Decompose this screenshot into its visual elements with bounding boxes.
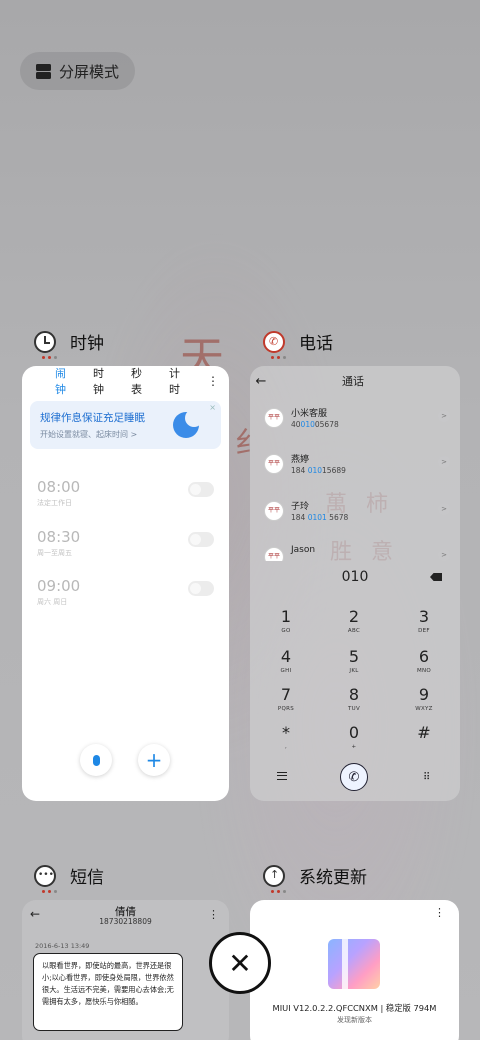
alarm-repeat: 周六 周日 [37, 598, 68, 606]
version-info: MIUI V12.0.2.2.QFCCNXM | 稳定版 794M [272, 1003, 437, 1013]
alarm-repeat: 法定工作日 [37, 499, 72, 507]
sms-app-name: 短信 [70, 868, 104, 888]
contact-number: 184 01015689 [291, 466, 346, 475]
phone-app-card[interactable]: ← 通话 平平 小米客服 4001005678 > 平平 燕婷 184 0101… [250, 366, 460, 801]
dial-key[interactable]: 6 MNO [404, 648, 444, 675]
clock-app-name: 时钟 [70, 334, 104, 354]
chevron-right-icon[interactable]: > [438, 456, 450, 468]
contact-row[interactable]: 平平 小米客服 4001005678 > [264, 404, 450, 438]
alarm-item[interactable]: 08:00 法定工作日 [37, 478, 217, 508]
moon-icon [173, 409, 203, 438]
alarm-toggle[interactable] [188, 532, 214, 547]
chevron-right-icon[interactable]: > [438, 549, 450, 561]
avatar: 平平 [264, 501, 284, 521]
contact-name: 燕婷 [291, 455, 310, 465]
sms-app-card[interactable]: ← 倩倩 18730218809 ⋮ 2016-6-13 13:49 以眼看世界… [22, 900, 229, 1040]
more-icon[interactable]: ⋮ [208, 908, 219, 921]
update-app-name: 系统更新 [299, 868, 367, 888]
sms-toolbar: ← 倩倩 18730218809 ⋮ [22, 900, 229, 930]
alarm-toggle[interactable] [188, 581, 214, 596]
avatar: 平平 [264, 547, 284, 561]
dialed-number: 010 [341, 569, 369, 585]
phone-title: 通话 [342, 375, 364, 388]
alarm-item[interactable]: 08:30 周一至周五 [37, 528, 217, 558]
contact-number: 4001005678 [291, 420, 339, 429]
plus-icon: + [145, 748, 163, 772]
split-screen-icon [36, 63, 51, 79]
dial-key[interactable]: 3 DEF [404, 608, 444, 635]
phone-toolbar: ← 通话 [250, 366, 460, 396]
dial-key[interactable]: 1 GO [266, 608, 306, 635]
microphone-icon [92, 754, 100, 766]
phone-app-header[interactable]: ✆ 电话 [263, 329, 333, 359]
dial-key[interactable]: 7 PQRS [266, 686, 306, 713]
tab-clock[interactable]: 时钟 [93, 366, 110, 397]
back-icon[interactable]: ← [250, 374, 272, 389]
split-screen-button[interactable]: 分屏模式 [20, 52, 135, 90]
phone-app-name: 电话 [299, 334, 333, 354]
contact-number: 184 0101 5678 [291, 513, 349, 522]
clock-app-header[interactable]: 时钟 [34, 329, 104, 359]
menu-icon[interactable] [277, 772, 287, 780]
dial-key[interactable]: 2 ABC [334, 608, 374, 635]
contact-name: 子玲 [291, 502, 310, 512]
avatar: 平平 [264, 454, 284, 474]
sleep-banner[interactable]: 规律作息保证充足睡眠 开始设置就寝、起床时间 > × [30, 401, 221, 449]
message-date: 2016-6-13 13:49 [35, 942, 90, 950]
update-status: 发现新版本 [337, 1016, 372, 1024]
more-icon[interactable]: ⋮ [207, 374, 219, 388]
avatar: 平平 [264, 408, 284, 428]
alarm-toggle[interactable] [188, 482, 214, 497]
more-icon[interactable]: ⋮ [434, 906, 445, 919]
clear-all-button[interactable]: ✕ [209, 932, 271, 994]
call-button[interactable]: ✆ [340, 763, 368, 791]
sms-app-header[interactable]: ••• 短信 [34, 863, 104, 893]
update-app-card[interactable]: ⋮ MIUI V12.0.2.2.QFCCNXM | 稳定版 794M 发现新版… [250, 900, 459, 1040]
phone-icon: ✆ [263, 330, 286, 359]
contact-row[interactable]: 平平 子玲 184 0101 5678 > [264, 497, 450, 531]
clock-app-card[interactable]: 闹钟 时钟 秒表 计时 ⋮ 规律作息保证充足睡眠 开始设置就寝、起床时间 > ×… [22, 366, 229, 801]
split-screen-label: 分屏模式 [59, 62, 120, 81]
add-alarm-button[interactable]: + [138, 744, 170, 776]
clock-icon [34, 330, 57, 359]
contact-row[interactable]: 平平 燕婷 184 01015689 > [264, 450, 450, 484]
dial-key[interactable]: 0 + [334, 724, 374, 751]
contact-name: Jason [291, 545, 316, 555]
alarm-item[interactable]: 09:00 周六 周日 [37, 577, 217, 607]
contact-name: 小米客服 [291, 409, 328, 419]
chevron-right-icon[interactable]: > [438, 503, 450, 515]
dial-key[interactable]: *, [266, 724, 306, 751]
update-app-header[interactable]: ↑ 系统更新 [263, 863, 367, 893]
update-icon: ↑ [263, 864, 286, 893]
tab-stopwatch[interactable]: 秒表 [131, 366, 148, 397]
miui-logo [328, 939, 380, 989]
dial-key[interactable]: 8 TUV [334, 686, 374, 713]
message-icon: ••• [34, 864, 57, 893]
chevron-right-icon[interactable]: > [438, 410, 450, 422]
voice-button[interactable] [80, 744, 112, 776]
close-icon: ✕ [228, 946, 252, 980]
dialpad-icon[interactable]: ⠿ [423, 772, 430, 783]
dial-key[interactable]: # [404, 724, 444, 744]
tab-timer[interactable]: 计时 [169, 366, 186, 397]
contact-row[interactable]: 平平 Jason > [264, 543, 450, 561]
sms-contact-number: 18730218809 [99, 917, 152, 926]
dial-key[interactable]: 5 JKL [334, 648, 374, 675]
dial-key[interactable]: 4 GHI [266, 648, 306, 675]
clock-tab-bar: 闹钟 时钟 秒表 计时 ⋮ [22, 366, 229, 396]
dial-key[interactable]: 9 WXYZ [404, 686, 444, 713]
close-icon[interactable]: × [209, 403, 216, 412]
message-bubble[interactable]: 以眼看世界，即使站的最高，世界还是很小;以心看世界，即使身处局限，世界依然很大。… [33, 953, 183, 1031]
alarm-repeat: 周一至周五 [37, 549, 72, 557]
tab-alarm[interactable]: 闹钟 [55, 366, 72, 397]
call-icon: ✆ [348, 769, 360, 785]
